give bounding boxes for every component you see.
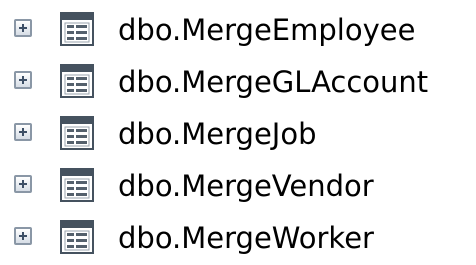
tree-node-merge-vendor[interactable]: dbo.MergeVendor: [0, 162, 476, 210]
table-icon: [60, 64, 94, 98]
table-icon: [60, 168, 94, 202]
object-explorer-tree: dbo.MergeEmployee dbo.MergeGLAccount dbo…: [0, 0, 476, 265]
table-name-label[interactable]: dbo.MergeEmployee: [118, 6, 415, 54]
tree-node-merge-job[interactable]: dbo.MergeJob: [0, 110, 476, 158]
expand-plus-icon[interactable]: [14, 175, 32, 193]
table-name-label[interactable]: dbo.MergeJob: [118, 110, 317, 158]
table-name-label[interactable]: dbo.MergeVendor: [118, 162, 374, 210]
table-icon: [60, 12, 94, 46]
table-icon: [60, 116, 94, 150]
tree-node-merge-gl-account[interactable]: dbo.MergeGLAccount: [0, 58, 476, 106]
table-icon: [60, 220, 94, 254]
table-name-label[interactable]: dbo.MergeGLAccount: [118, 58, 428, 106]
tree-node-merge-employee[interactable]: dbo.MergeEmployee: [0, 6, 476, 54]
expand-plus-icon[interactable]: [14, 19, 32, 37]
expand-plus-icon[interactable]: [14, 227, 32, 245]
expand-plus-icon[interactable]: [14, 123, 32, 141]
tree-node-merge-worker[interactable]: dbo.MergeWorker: [0, 214, 476, 262]
expand-plus-icon[interactable]: [14, 71, 32, 89]
table-name-label[interactable]: dbo.MergeWorker: [118, 214, 374, 262]
